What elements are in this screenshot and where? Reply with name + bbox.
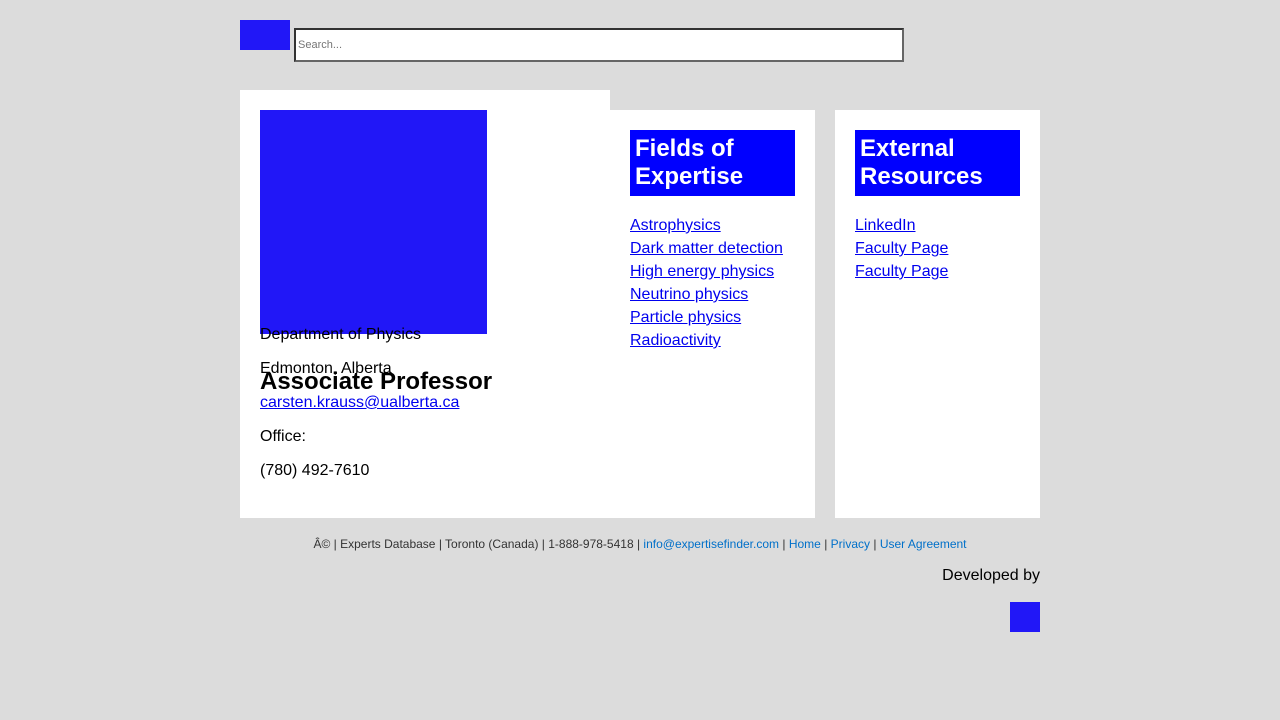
footer: Â© | Experts Database | Toronto (Canada)… — [240, 537, 1040, 551]
profile-office-label: Office: — [260, 428, 306, 445]
list-item: LinkedIn — [855, 214, 948, 237]
field-link[interactable]: Astrophysics — [630, 217, 721, 234]
field-link[interactable]: Neutrino physics — [630, 286, 748, 303]
field-link[interactable]: High energy physics — [630, 263, 774, 280]
list-item: Astrophysics — [630, 214, 783, 237]
list-item: Particle physics — [630, 306, 783, 329]
fields-of-expertise-card: Fields of Expertise Astrophysics Dark ma… — [610, 110, 815, 518]
fields-list: Astrophysics Dark matter detection High … — [630, 214, 783, 352]
list-item: High energy physics — [630, 260, 783, 283]
footer-separator: | — [782, 537, 786, 551]
profile-photo-icon — [260, 110, 487, 334]
external-resources-card: External Resources LinkedIn Faculty Page… — [835, 110, 1040, 518]
list-item: Faculty Page — [855, 260, 948, 283]
fields-heading: Fields of Expertise — [630, 130, 795, 196]
profile-card: Associate Professor Department of Physic… — [240, 90, 610, 518]
resources-heading: External Resources — [855, 130, 1020, 196]
footer-privacy-link[interactable]: Privacy — [831, 537, 870, 551]
profile-department: Department of Physics — [260, 326, 421, 343]
footer-text: Â© | Experts Database | Toronto (Canada)… — [313, 537, 641, 551]
profile-location: Edmonton, Alberta — [260, 360, 392, 377]
search-input[interactable] — [294, 28, 904, 62]
field-link[interactable]: Particle physics — [630, 309, 741, 326]
footer-home-link[interactable]: Home — [789, 537, 821, 551]
resource-link-faculty-page[interactable]: Faculty Page — [855, 263, 948, 280]
developer-logo-icon[interactable] — [1010, 602, 1040, 632]
field-link[interactable]: Dark matter detection — [630, 240, 783, 257]
resource-link-faculty-page[interactable]: Faculty Page — [855, 240, 948, 257]
profile-email-link[interactable]: carsten.krauss@ualberta.ca — [260, 394, 459, 411]
list-item: Faculty Page — [855, 237, 948, 260]
footer-separator: | — [873, 537, 877, 551]
list-item: Dark matter detection — [630, 237, 783, 260]
field-link[interactable]: Radioactivity — [630, 332, 721, 349]
profile-email-line: carsten.krauss@ualberta.ca — [260, 394, 459, 412]
resource-link-linkedin[interactable]: LinkedIn — [855, 217, 916, 234]
developed-by-label: Developed by — [942, 567, 1040, 584]
footer-agreement-link[interactable]: User Agreement — [880, 537, 967, 551]
site-logo-icon[interactable] — [240, 20, 290, 50]
footer-separator: | — [824, 537, 828, 551]
profile-phone: (780) 492-7610 — [260, 462, 370, 479]
resources-list: LinkedIn Faculty Page Faculty Page — [855, 214, 948, 283]
list-item: Radioactivity — [630, 329, 783, 352]
footer-email-link[interactable]: info@expertisefinder.com — [643, 537, 779, 551]
list-item: Neutrino physics — [630, 283, 783, 306]
